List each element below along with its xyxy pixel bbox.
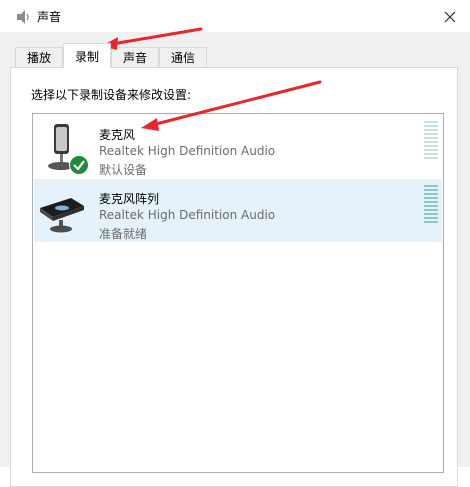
device-name-microphone-array: 麦克风阵列: [99, 192, 160, 206]
tab-sounds[interactable]: 声音: [111, 47, 159, 67]
window-title: 声音: [37, 10, 62, 24]
microphone-array-icon: [40, 198, 84, 233]
device-status: 默认设备: [99, 163, 148, 177]
device-row-microphone[interactable]: 麦克风 Realtek High Definition Audio 默认设备: [34, 115, 442, 178]
tab-communications[interactable]: 通信: [159, 47, 207, 67]
tab-recording[interactable]: 录制: [63, 43, 111, 68]
device-status: 准备就绪: [99, 227, 148, 241]
speaker-app-icon: [17, 10, 29, 24]
instruction-text: 选择以下录制设备来修改设置:: [31, 88, 192, 102]
device-driver: Realtek High Definition Audio: [99, 144, 276, 158]
device-list[interactable]: 麦克风 Realtek High Definition Audio 默认设备 麦…: [32, 113, 444, 473]
title-bar: 声音: [0, 0, 470, 32]
device-driver: Realtek High Definition Audio: [99, 208, 276, 222]
device-name-microphone: 麦克风: [99, 128, 136, 142]
sound-dialog: 播放 录制 声音 通信 选择以下录制设备来修改设置: 麦克风 Realtek H…: [0, 32, 470, 487]
close-icon: [444, 11, 456, 23]
level-meter: [424, 121, 438, 161]
close-button[interactable]: [430, 2, 470, 32]
device-row-microphone-array[interactable]: 麦克风阵列 Realtek High Definition Audio 准备就绪: [34, 179, 442, 242]
tab-playback[interactable]: 播放: [15, 47, 63, 67]
default-check-icon: [69, 155, 89, 175]
level-meter: [424, 185, 438, 225]
recording-panel: 选择以下录制设备来修改设置: 麦克风 Realtek High Definiti…: [10, 67, 458, 487]
